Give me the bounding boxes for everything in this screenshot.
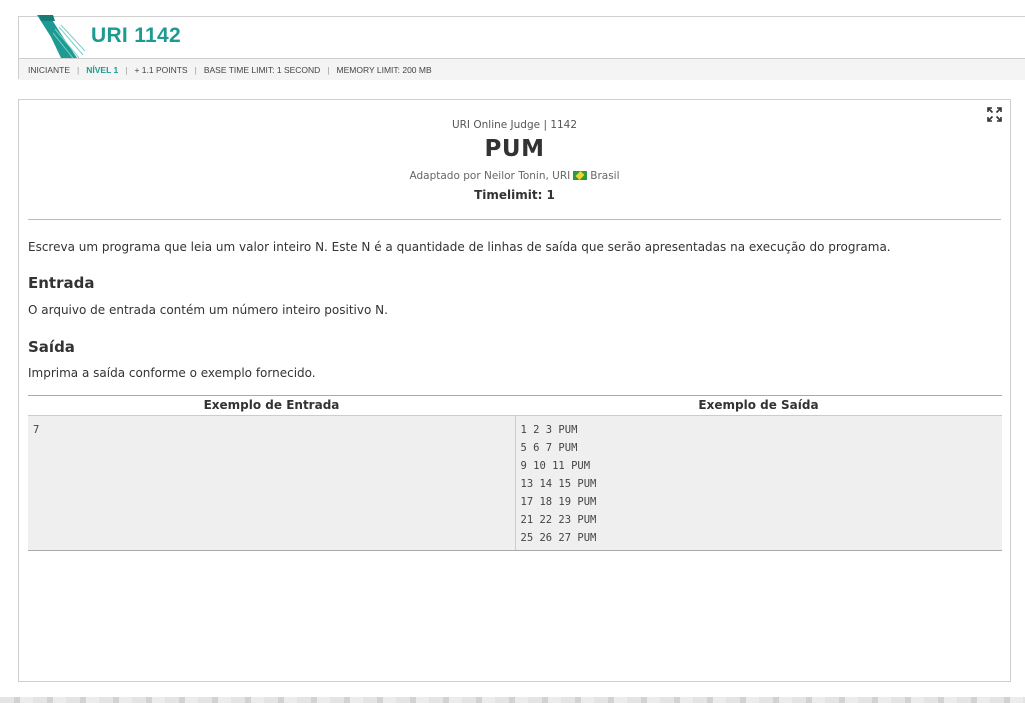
output-heading: Saída <box>28 338 75 356</box>
examples-table: Exemplo de Entrada Exemplo de Saída 7 1 … <box>28 395 1002 551</box>
problem-code: URI 1142 <box>91 24 181 47</box>
input-description: O arquivo de entrada contém um número in… <box>28 303 388 317</box>
category-label[interactable]: INICIANTE <box>28 65 70 75</box>
author-name: Adaptado por Neilor Tonin, URI <box>409 170 571 182</box>
separator: | <box>125 64 128 75</box>
brazil-flag-icon <box>573 171 588 180</box>
example-line: 25 26 27 PUM <box>520 532 597 544</box>
example-input-cell: 7 <box>28 416 515 550</box>
uri-logo-icon <box>37 15 86 58</box>
base-time-label: BASE TIME LIMIT: 1 SECOND <box>203 64 321 75</box>
example-line: 9 10 11 PUM <box>520 460 591 472</box>
output-description: Imprima a saída conforme o exemplo forne… <box>28 366 316 380</box>
problem-title: PUM <box>484 136 545 162</box>
example-line: 21 22 23 PUM <box>520 514 597 526</box>
input-heading: Entrada <box>28 274 95 292</box>
example-output-header: Exemplo de Saída <box>698 398 819 412</box>
problem-meta-bar: INICIANTE | NÍVEL 1 | + 1.1 POINTS | BAS… <box>19 58 1025 80</box>
separator: | <box>194 64 197 75</box>
example-line: 7 <box>33 424 40 436</box>
author-line: Adaptado por Neilor Tonin, URI Brasil <box>19 170 1010 182</box>
separator: | <box>327 64 330 75</box>
problem-statement-card: URI Online Judge | 1142 PUM Adaptado por… <box>18 99 1011 682</box>
level-label: NÍVEL 1 <box>86 64 119 75</box>
example-line: 5 6 7 PUM <box>520 442 578 454</box>
page-bottom-edge <box>0 697 1025 703</box>
divider <box>28 219 1001 220</box>
examples-body-row: 7 1 2 3 PUM 5 6 7 PUM 9 10 11 PUM 13 14 15 … <box>28 416 1002 550</box>
separator: | <box>77 64 80 75</box>
judge-line: URI Online Judge | 1142 <box>451 119 578 131</box>
problem-header: URI 1142 INICIANTE | NÍVEL 1 | + 1.1 POI… <box>18 15 1025 80</box>
example-line: 13 14 15 PUM <box>520 478 597 490</box>
memory-limit-label: MEMORY LIMIT: 200 MB <box>336 64 432 75</box>
problem-description: Escreva um programa que leia um valor in… <box>28 240 891 254</box>
example-line: 17 18 19 PUM <box>520 496 597 508</box>
example-line: 1 2 3 PUM <box>520 424 578 436</box>
example-output-cell: 1 2 3 PUM 5 6 7 PUM 9 10 11 PUM 13 14 15 PU… <box>514 416 1003 550</box>
header-title-row: URI 1142 <box>19 15 1025 58</box>
timelimit: Timelimit: 1 <box>474 188 555 202</box>
example-input-header: Exemplo de Entrada <box>203 398 340 412</box>
author-country: Brasil <box>590 170 620 182</box>
points-label: + 1.1 POINTS <box>134 64 188 75</box>
examples-header-row: Exemplo de Entrada Exemplo de Saída <box>28 396 1002 416</box>
